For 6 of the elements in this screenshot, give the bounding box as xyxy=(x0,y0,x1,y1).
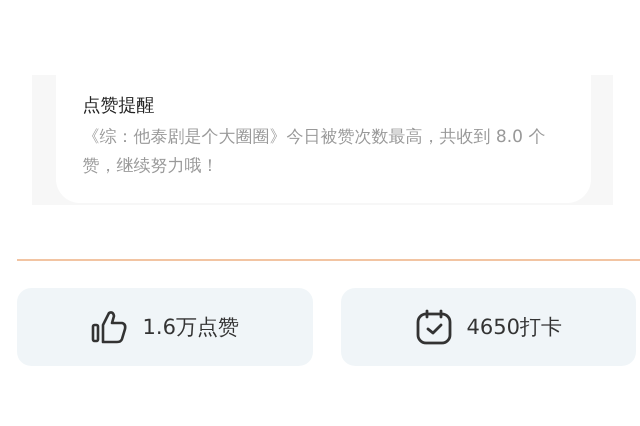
stat-button[interactable]: 4650打卡 xyxy=(340,288,636,366)
stat-button[interactable]: 1.6万点赞 xyxy=(17,288,312,366)
notice-title: 点赞提醒 xyxy=(82,94,156,118)
calendar-check-icon xyxy=(414,308,453,346)
thumbs-up-icon xyxy=(90,308,129,346)
notice-message: 《综：他泰剧是个大圈圈》今日被赞次数最高，共收到 8.0 个赞，继续努力哦！ xyxy=(82,126,546,178)
